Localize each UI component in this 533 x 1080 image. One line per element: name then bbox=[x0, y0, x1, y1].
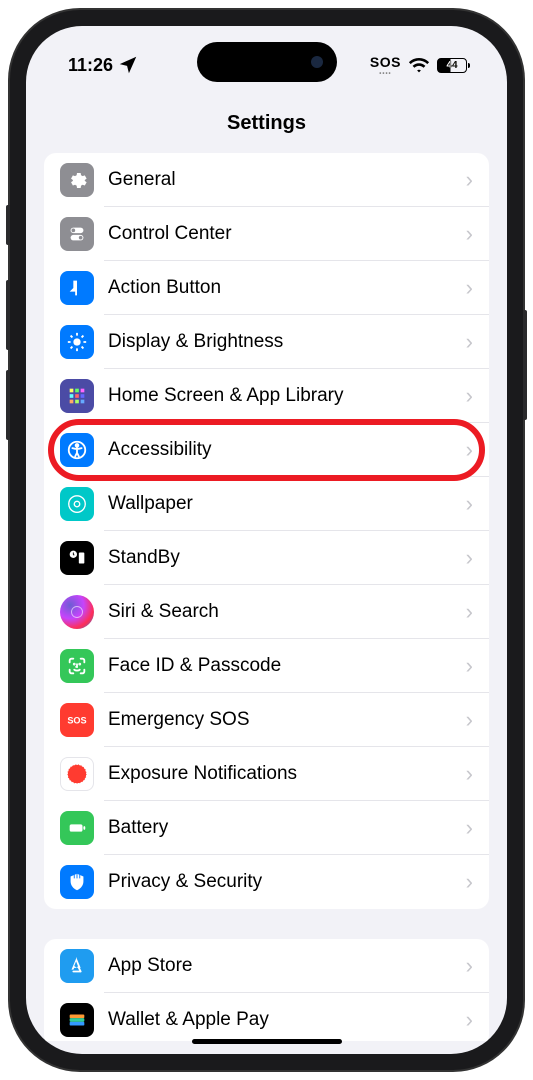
home-icon bbox=[60, 379, 94, 413]
settings-row-sos[interactable]: SOS Emergency SOS› bbox=[44, 693, 489, 747]
settings-row-privacy[interactable]: Privacy & Security› bbox=[44, 855, 489, 909]
chevron-right-icon: › bbox=[466, 815, 473, 841]
chevron-right-icon: › bbox=[466, 167, 473, 193]
action-icon bbox=[60, 271, 94, 305]
settings-section: App Store›Wallet & Apple Pay› bbox=[44, 939, 489, 1041]
row-label: Home Screen & App Library bbox=[108, 385, 466, 407]
settings-row-wallpaper[interactable]: Wallpaper› bbox=[44, 477, 489, 531]
settings-row-standby[interactable]: StandBy› bbox=[44, 531, 489, 585]
settings-row-action[interactable]: Action Button› bbox=[44, 261, 489, 315]
control-icon bbox=[60, 217, 94, 251]
battery-icon: 44 bbox=[437, 58, 467, 73]
row-label: Wallpaper bbox=[108, 493, 466, 515]
svg-text:SOS: SOS bbox=[67, 716, 86, 726]
settings-row-control[interactable]: Control Center› bbox=[44, 207, 489, 261]
settings-row-faceid[interactable]: Face ID & Passcode› bbox=[44, 639, 489, 693]
chevron-right-icon: › bbox=[466, 599, 473, 625]
access-icon bbox=[60, 433, 94, 467]
settings-row-display[interactable]: Display & Brightness› bbox=[44, 315, 489, 369]
chevron-right-icon: › bbox=[466, 221, 473, 247]
chevron-right-icon: › bbox=[466, 437, 473, 463]
siri-icon bbox=[60, 595, 94, 629]
phone-frame: 11:26 SOS •••• 44 Settings General›Contr… bbox=[10, 10, 523, 1070]
chevron-right-icon: › bbox=[466, 653, 473, 679]
row-label: Wallet & Apple Pay bbox=[108, 1009, 466, 1031]
wallet-icon bbox=[60, 1003, 94, 1037]
chevron-right-icon: › bbox=[466, 383, 473, 409]
location-icon bbox=[117, 54, 139, 76]
row-label: Privacy & Security bbox=[108, 871, 466, 893]
chevron-right-icon: › bbox=[466, 761, 473, 787]
row-label: Action Button bbox=[108, 277, 466, 299]
appstore-icon bbox=[60, 949, 94, 983]
silence-switch bbox=[6, 205, 10, 245]
chevron-right-icon: › bbox=[466, 275, 473, 301]
settings-list[interactable]: General›Control Center›Action Button›Dis… bbox=[26, 153, 507, 1041]
chevron-right-icon: › bbox=[466, 491, 473, 517]
row-label: Siri & Search bbox=[108, 601, 466, 623]
row-label: Face ID & Passcode bbox=[108, 655, 466, 677]
chevron-right-icon: › bbox=[466, 545, 473, 571]
chevron-right-icon: › bbox=[466, 1007, 473, 1033]
dynamic-island bbox=[197, 42, 337, 82]
exposure-icon bbox=[60, 757, 94, 791]
sos-icon: SOS bbox=[60, 703, 94, 737]
chevron-right-icon: › bbox=[466, 707, 473, 733]
row-label: Battery bbox=[108, 817, 466, 839]
chevron-right-icon: › bbox=[466, 953, 473, 979]
volume-down-button bbox=[6, 370, 10, 440]
battery-icon bbox=[60, 811, 94, 845]
row-label: Display & Brightness bbox=[108, 331, 466, 353]
chevron-right-icon: › bbox=[466, 869, 473, 895]
settings-row-siri[interactable]: Siri & Search› bbox=[44, 585, 489, 639]
settings-section: General›Control Center›Action Button›Dis… bbox=[44, 153, 489, 909]
faceid-icon bbox=[60, 649, 94, 683]
home-indicator[interactable] bbox=[192, 1039, 342, 1044]
display-icon bbox=[60, 325, 94, 359]
row-label: Accessibility bbox=[108, 439, 466, 461]
row-label: Emergency SOS bbox=[108, 709, 466, 731]
status-time: 11:26 bbox=[68, 55, 113, 76]
row-label: App Store bbox=[108, 955, 466, 977]
settings-row-appstore[interactable]: App Store› bbox=[44, 939, 489, 993]
settings-row-home[interactable]: Home Screen & App Library› bbox=[44, 369, 489, 423]
standby-icon bbox=[60, 541, 94, 575]
wifi-icon bbox=[408, 54, 430, 76]
wallpaper-icon bbox=[60, 487, 94, 521]
page-title: Settings bbox=[26, 82, 507, 153]
chevron-right-icon: › bbox=[466, 329, 473, 355]
screen: 11:26 SOS •••• 44 Settings General›Contr… bbox=[26, 26, 507, 1054]
general-icon bbox=[60, 163, 94, 197]
settings-row-access[interactable]: Accessibility› bbox=[44, 423, 489, 477]
settings-row-exposure[interactable]: Exposure Notifications› bbox=[44, 747, 489, 801]
sos-indicator: SOS •••• bbox=[370, 54, 401, 77]
side-button bbox=[523, 310, 527, 420]
row-label: StandBy bbox=[108, 547, 466, 569]
volume-up-button bbox=[6, 280, 10, 350]
row-label: Control Center bbox=[108, 223, 466, 245]
settings-row-battery[interactable]: Battery› bbox=[44, 801, 489, 855]
settings-row-general[interactable]: General› bbox=[44, 153, 489, 207]
row-label: General bbox=[108, 169, 466, 191]
settings-row-wallet[interactable]: Wallet & Apple Pay› bbox=[44, 993, 489, 1041]
privacy-icon bbox=[60, 865, 94, 899]
row-label: Exposure Notifications bbox=[108, 763, 466, 785]
